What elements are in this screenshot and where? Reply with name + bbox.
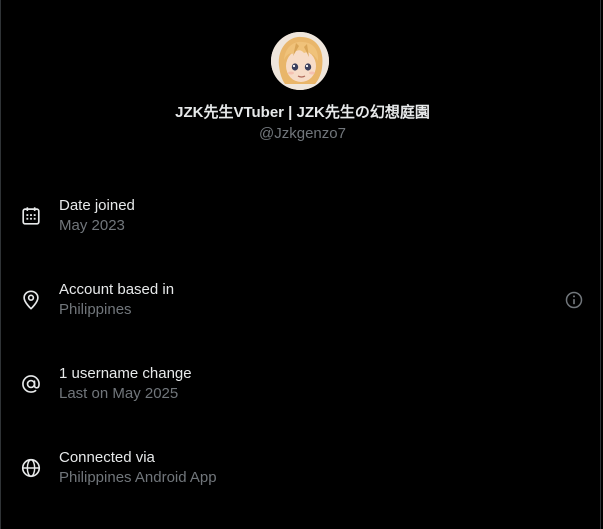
avatar[interactable]	[271, 32, 329, 90]
info-icon[interactable]	[564, 290, 584, 310]
profile-display-name: JZK先生VTuber | JZK先生の幻想庭園	[175, 104, 430, 121]
profile-handle: @Jzkgenzo7	[259, 125, 346, 142]
date-joined-label: Date joined	[59, 197, 135, 214]
info-row-date-joined: Date joined May 2023	[1, 174, 602, 258]
info-row-account-based-in: Account based in Philippines	[1, 258, 602, 342]
calendar-icon	[22, 207, 40, 225]
connected-via-value: Philippines Android App	[59, 469, 217, 486]
globe-icon	[21, 458, 41, 478]
date-joined-value: May 2023	[59, 217, 125, 234]
avatar-image	[271, 32, 329, 90]
account-based-in-label: Account based in	[59, 281, 175, 298]
account-based-in-value: Philippines	[59, 301, 132, 318]
username-change-label: 1 username change	[59, 365, 192, 382]
info-row-username-change: 1 username change Last on May 2025	[1, 342, 602, 426]
connected-via-label: Connected via	[59, 449, 155, 466]
location-pin-icon	[23, 290, 39, 310]
username-change-value: Last on May 2025	[59, 385, 179, 402]
profile-about-panel: JZK先生VTuber | JZK先生の幻想庭園 @Jzkgenzo7 Date…	[0, 0, 601, 529]
info-row-connected-via: Connected via Philippines Android App	[1, 426, 602, 510]
at-sign-icon	[22, 375, 40, 393]
